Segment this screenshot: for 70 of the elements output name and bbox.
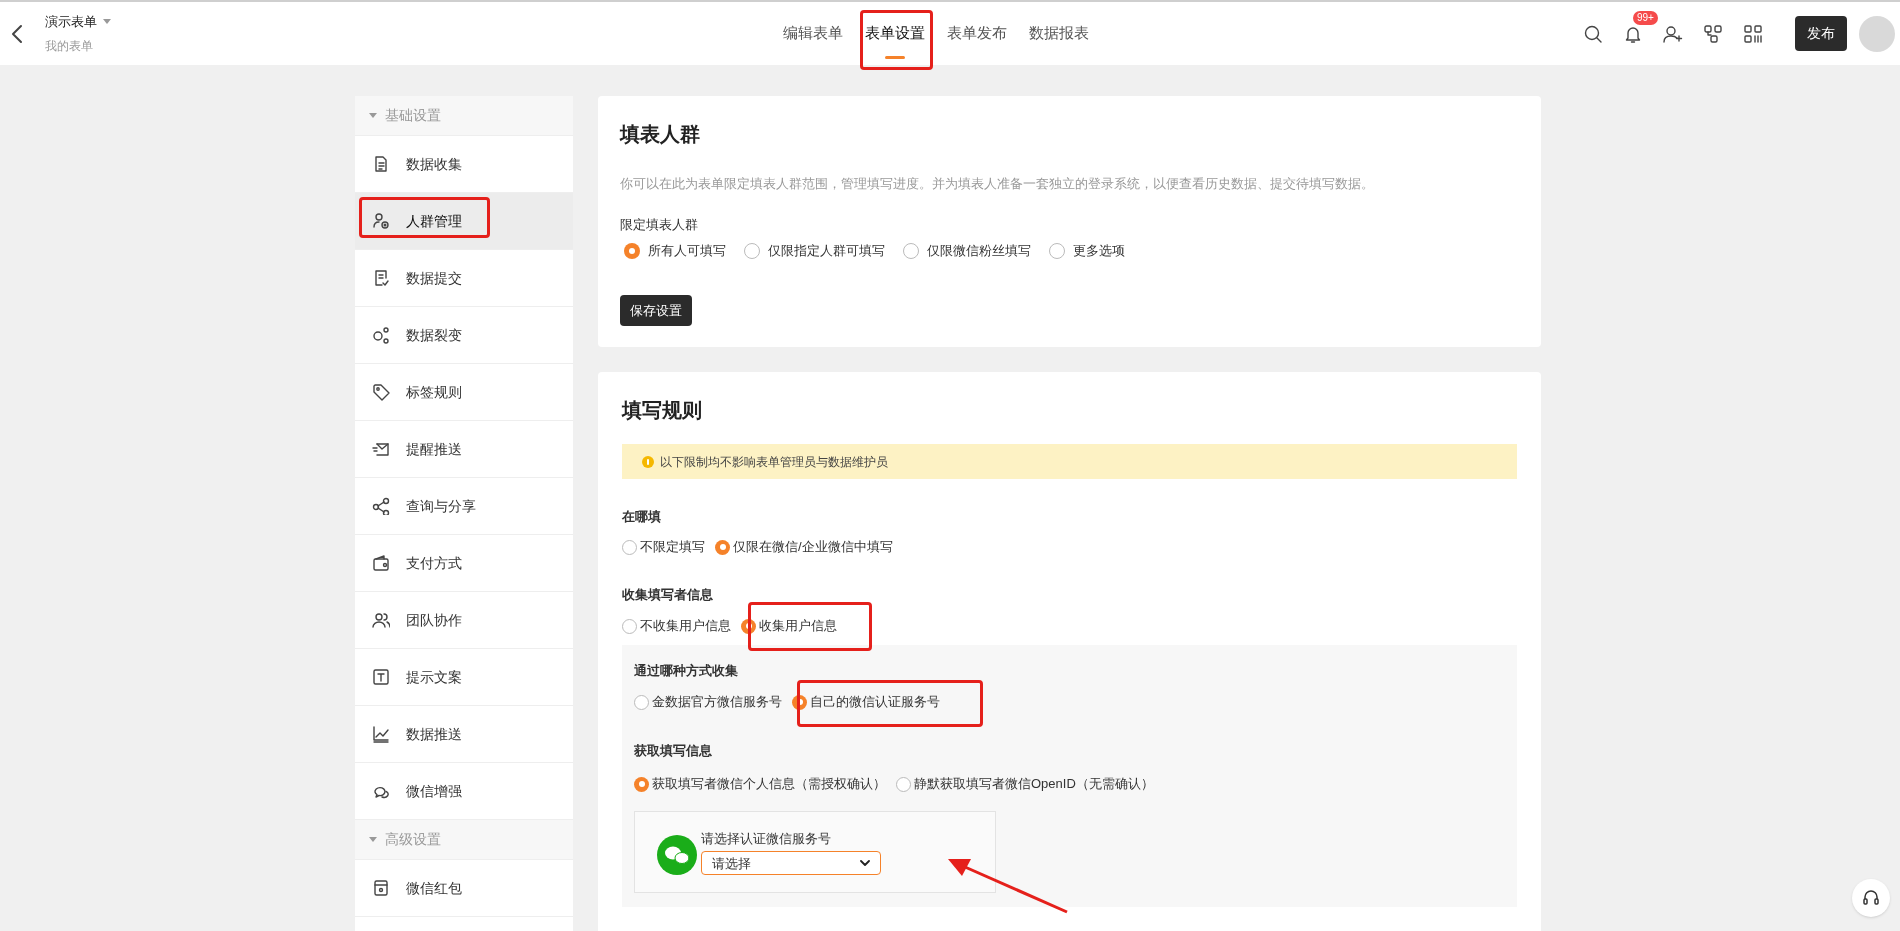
notice-text: 以下限制均不影响表单管理员与数据维护员	[660, 453, 888, 471]
envelope-send-icon	[372, 440, 390, 458]
radio-label[interactable]: 静默获取填写者微信OpenID（无需确认）	[914, 774, 1154, 794]
save-button[interactable]: 保存设置	[620, 295, 692, 326]
tab[interactable]: 编辑表单	[773, 2, 853, 65]
help-button[interactable]	[1852, 879, 1890, 917]
wallet-icon	[372, 554, 390, 572]
radio-label[interactable]: 更多选项	[1073, 241, 1125, 261]
people-icon	[372, 611, 390, 629]
notification-badge: 99+	[1633, 10, 1658, 25]
radio-label[interactable]: 金数据官方微信服务号	[652, 692, 782, 712]
card-title: 填表人群	[620, 122, 700, 147]
field-label: 获取填写信息	[634, 742, 712, 760]
radio-button[interactable]	[634, 776, 649, 792]
person-gear-icon	[372, 212, 390, 230]
radio-label[interactable]: 收集用户信息	[759, 616, 837, 636]
radio-button[interactable]	[622, 618, 637, 634]
person-plus-icon	[1663, 24, 1683, 43]
field-label: 通过哪种方式收集	[634, 662, 738, 680]
radio-label[interactable]: 自己的微信认证服务号	[810, 692, 940, 712]
select-dropdown[interactable]: 请选择	[701, 851, 881, 876]
caret-down-icon	[369, 837, 377, 842]
radio-button[interactable]	[744, 243, 760, 259]
search-icon	[1584, 24, 1602, 43]
tab[interactable]: 表单设置	[855, 2, 935, 65]
field-label: 收集填写者信息	[622, 586, 714, 604]
radio-button[interactable]	[622, 539, 637, 555]
radio-label[interactable]: 仅限在微信/企业微信中填写	[733, 537, 893, 557]
tag-icon	[372, 383, 390, 401]
radio-button[interactable]	[896, 776, 911, 792]
chat-bubbles-icon	[657, 835, 697, 875]
text-box-icon	[372, 668, 390, 686]
sidebar-item[interactable]: 人群管理	[355, 193, 573, 250]
form-title[interactable]: 演示表单	[45, 11, 97, 32]
radio-label[interactable]: 仅限微信粉丝填写	[927, 241, 1031, 261]
radio-button[interactable]	[634, 694, 649, 710]
radio-label[interactable]: 仅限指定人群可填写	[768, 241, 885, 261]
document-icon	[372, 155, 390, 173]
field-label: 在哪填	[622, 508, 662, 526]
radio-button[interactable]	[1049, 243, 1065, 259]
bell-icon	[1624, 24, 1642, 43]
field-label: 请选择认证微信服务号	[701, 829, 832, 848]
caret-down-icon	[103, 19, 111, 24]
caret-down-icon	[369, 113, 377, 118]
card-title: 填写规则	[622, 398, 703, 423]
tab[interactable]: 数据报表	[1019, 2, 1099, 65]
radio-label[interactable]: 获取填写者微信个人信息（需授权确认）	[652, 774, 886, 794]
grid-squares-icon	[1744, 24, 1762, 43]
radio-label[interactable]: 不限定填写	[640, 537, 705, 557]
nodes-icon	[372, 326, 390, 344]
radio-button[interactable]	[903, 243, 919, 259]
warning-icon	[642, 455, 654, 468]
chevron-down-icon	[860, 860, 870, 867]
document-check-icon	[372, 269, 390, 287]
radio-button[interactable]	[715, 539, 730, 555]
field-label: 限定填表人群	[620, 216, 698, 234]
share-icon	[372, 497, 390, 515]
chevron-left-icon	[11, 23, 23, 44]
line-chart-icon	[372, 725, 390, 743]
headset-icon	[1862, 889, 1880, 907]
radio-label[interactable]: 所有人可填写	[648, 241, 726, 261]
publish-button[interactable]: 发布	[1795, 16, 1847, 51]
avatar[interactable]	[1859, 15, 1895, 52]
section-header: 高级设置	[385, 830, 441, 849]
section-header: 基础设置	[385, 106, 441, 125]
package-icon	[372, 879, 390, 897]
radio-button[interactable]	[624, 243, 640, 259]
connected-squares-icon	[1704, 24, 1722, 43]
radio-label[interactable]: 不收集用户信息	[640, 616, 731, 636]
tab[interactable]: 表单发布	[937, 2, 1017, 65]
